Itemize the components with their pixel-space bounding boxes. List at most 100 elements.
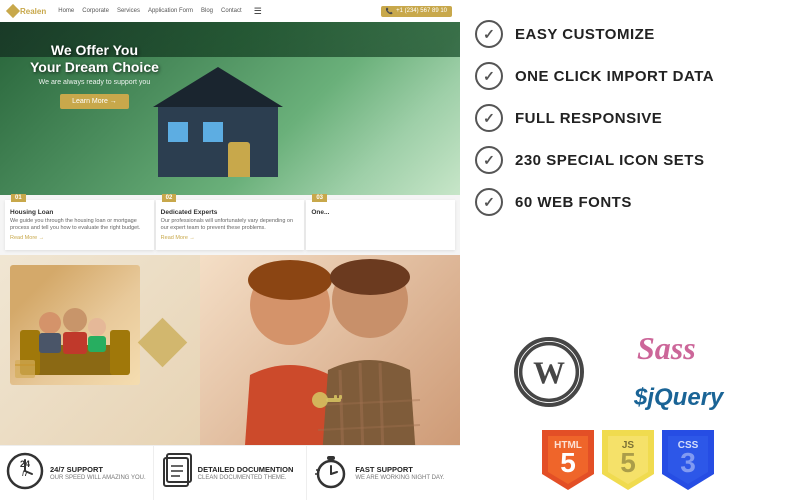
- svg-text:$jQuery: $jQuery: [633, 384, 725, 411]
- left-panel: Realen Home Corporate Services Applicati…: [0, 0, 460, 500]
- nav-links: Home Corporate Services Application Form…: [58, 8, 241, 14]
- feature-row-2: ONE CLICK IMPORT DATA: [475, 62, 780, 90]
- nav-corporate[interactable]: Corporate: [82, 8, 109, 14]
- docs-title: DETAILED DOCUMENTION: [198, 465, 294, 474]
- card-badge-3: 03: [312, 194, 327, 202]
- svg-text:W: W: [533, 356, 565, 391]
- house-roof: [153, 67, 283, 107]
- house-body: [158, 107, 278, 177]
- fast-support-icon: [313, 452, 349, 495]
- sass-jquery-logos: Sass $jQuery: [632, 327, 781, 417]
- hero-title: We Offer YouYour Dream Choice: [30, 42, 159, 76]
- card-title-1: Housing Loan: [10, 209, 149, 216]
- js-shield: 5 JS: [602, 430, 654, 490]
- docs-subtitle: CLEAN DOCUMENTED THEME.: [198, 475, 294, 481]
- wordpress-logo: W: [475, 327, 624, 417]
- card-1: 01 Housing Loan We guide you through the…: [5, 200, 154, 250]
- card-link-1[interactable]: Read More →: [10, 235, 149, 241]
- css3-shield: 3 CSS: [662, 430, 714, 490]
- svg-text:Sass: Sass: [637, 330, 696, 365]
- card-badge-2: 02: [162, 194, 177, 202]
- feature-row-3: FULL RESPONSIVE: [475, 104, 780, 132]
- hero-section: We Offer YouYour Dream Choice We are alw…: [0, 22, 460, 197]
- checkmark-icon-2: [475, 62, 503, 90]
- card-text-1: We guide you through the housing loan or…: [10, 218, 149, 232]
- nav-contact[interactable]: Contact: [221, 8, 242, 14]
- docs-icon: [160, 452, 192, 495]
- css3-svg: 3 CSS: [662, 430, 714, 490]
- svg-text:5: 5: [560, 447, 576, 478]
- sass-svg: Sass: [632, 327, 732, 365]
- svg-text:CSS: CSS: [677, 440, 698, 451]
- card-3: 03 One...: [306, 200, 455, 250]
- checkmark-icon-4: [475, 146, 503, 174]
- js-svg: 5 JS: [602, 430, 654, 490]
- support-icon: 24 /7: [6, 452, 44, 495]
- diamond-decoration: [138, 318, 187, 367]
- wordpress-icon: W: [514, 337, 584, 407]
- hamburger-icon[interactable]: ☰: [254, 6, 262, 17]
- feature-docs: DETAILED DOCUMENTION CLEAN DOCUMENTED TH…: [154, 446, 308, 500]
- feature-row-1: EASY CUSTOMIZE: [475, 20, 780, 48]
- mockup-nav: Realen Home Corporate Services Applicati…: [0, 0, 460, 22]
- features-list: EASY CUSTOMIZE ONE CLICK IMPORT DATA FUL…: [475, 20, 780, 322]
- tech-shields: 5 HTML 5 JS 3 CSS: [475, 430, 780, 490]
- checkmark-icon-5: [475, 188, 503, 216]
- feature-label-4: 230 SPECIAL ICON SETS: [515, 152, 704, 169]
- right-panel: EASY CUSTOMIZE ONE CLICK IMPORT DATA FUL…: [460, 0, 800, 500]
- nav-blog[interactable]: Blog: [201, 8, 213, 14]
- logo-text: Realen: [20, 7, 46, 16]
- feature-fast: FAST SUPPORT WE ARE WORKING NIGHT DAY.: [307, 446, 460, 500]
- feature-row-4: 230 SPECIAL ICON SETS: [475, 146, 780, 174]
- checkmark-icon-3: [475, 104, 503, 132]
- feature-label-3: FULL RESPONSIVE: [515, 110, 662, 127]
- checkmark-icon-1: [475, 20, 503, 48]
- card-link-2[interactable]: Read More →: [161, 235, 300, 241]
- nav-appform[interactable]: Application Form: [148, 8, 193, 14]
- support-subtitle: OUR SPEED WILL AMAZING YOU.: [50, 475, 146, 481]
- feature-label-5: 60 WEB FONTS: [515, 194, 632, 211]
- html5-svg: 5 HTML: [542, 430, 594, 490]
- card-text-2: Our professionals will unfortunately var…: [161, 218, 300, 232]
- svg-text:3: 3: [680, 447, 696, 478]
- nav-logo: Realen: [8, 6, 46, 16]
- logo-diamond-icon: [6, 4, 20, 18]
- card-2: 02 Dedicated Experts Our professionals w…: [156, 200, 305, 250]
- hero-subtitle: We are always ready to support you: [30, 79, 159, 86]
- fast-subtitle: WE ARE WORKING NIGHT DAY.: [355, 475, 444, 481]
- docs-text: DETAILED DOCUMENTION CLEAN DOCUMENTED TH…: [198, 465, 294, 481]
- features-bar: 24 /7 24/7 SUPPORT OUR SPEED WILL AMAZIN…: [0, 445, 460, 500]
- support-text: 24/7 SUPPORT OUR SPEED WILL AMAZING YOU.: [50, 465, 146, 481]
- fast-text: FAST SUPPORT WE ARE WORKING NIGHT DAY.: [355, 465, 444, 481]
- nav-home[interactable]: Home: [58, 8, 74, 14]
- support-title: 24/7 SUPPORT: [50, 465, 146, 474]
- card-title-2: Dedicated Experts: [161, 209, 300, 216]
- feature-label-1: EASY CUSTOMIZE: [515, 26, 655, 43]
- feature-label-2: ONE CLICK IMPORT DATA: [515, 68, 714, 85]
- cards-section: 01 Housing Loan We guide you through the…: [0, 195, 460, 255]
- house-illustration: [158, 107, 278, 177]
- tech-logos: W Sass $jQuery: [475, 327, 780, 490]
- hero-text: We Offer YouYour Dream Choice We are alw…: [30, 42, 159, 109]
- card-title-3: One...: [311, 209, 450, 216]
- learn-more-button[interactable]: Learn More →: [60, 94, 129, 109]
- house-window-left: [168, 122, 188, 142]
- fast-title: FAST SUPPORT: [355, 465, 444, 474]
- sass-logo: Sass: [632, 327, 781, 373]
- jquery-svg: $jQuery: [632, 379, 762, 411]
- house-window-right: [203, 122, 223, 142]
- family-svg: [15, 275, 135, 385]
- family-image: [10, 265, 140, 385]
- card-badge-1: 01: [11, 194, 26, 202]
- html5-shield: 5 HTML: [542, 430, 594, 490]
- house-door: [228, 142, 250, 177]
- phone-button[interactable]: 📞 +1 (234) 567 89 10: [381, 6, 452, 17]
- svg-text:5: 5: [620, 447, 636, 478]
- nav-services[interactable]: Services: [117, 8, 140, 14]
- phone-number: +1 (234) 567 89 10: [396, 8, 447, 14]
- svg-text:HTML: HTML: [554, 440, 582, 451]
- feature-support: 24 /7 24/7 SUPPORT OUR SPEED WILL AMAZIN…: [0, 446, 154, 500]
- svg-text:JS: JS: [621, 440, 634, 451]
- feature-row-5: 60 WEB FONTS: [475, 188, 780, 216]
- jquery-logo: $jQuery: [632, 379, 781, 417]
